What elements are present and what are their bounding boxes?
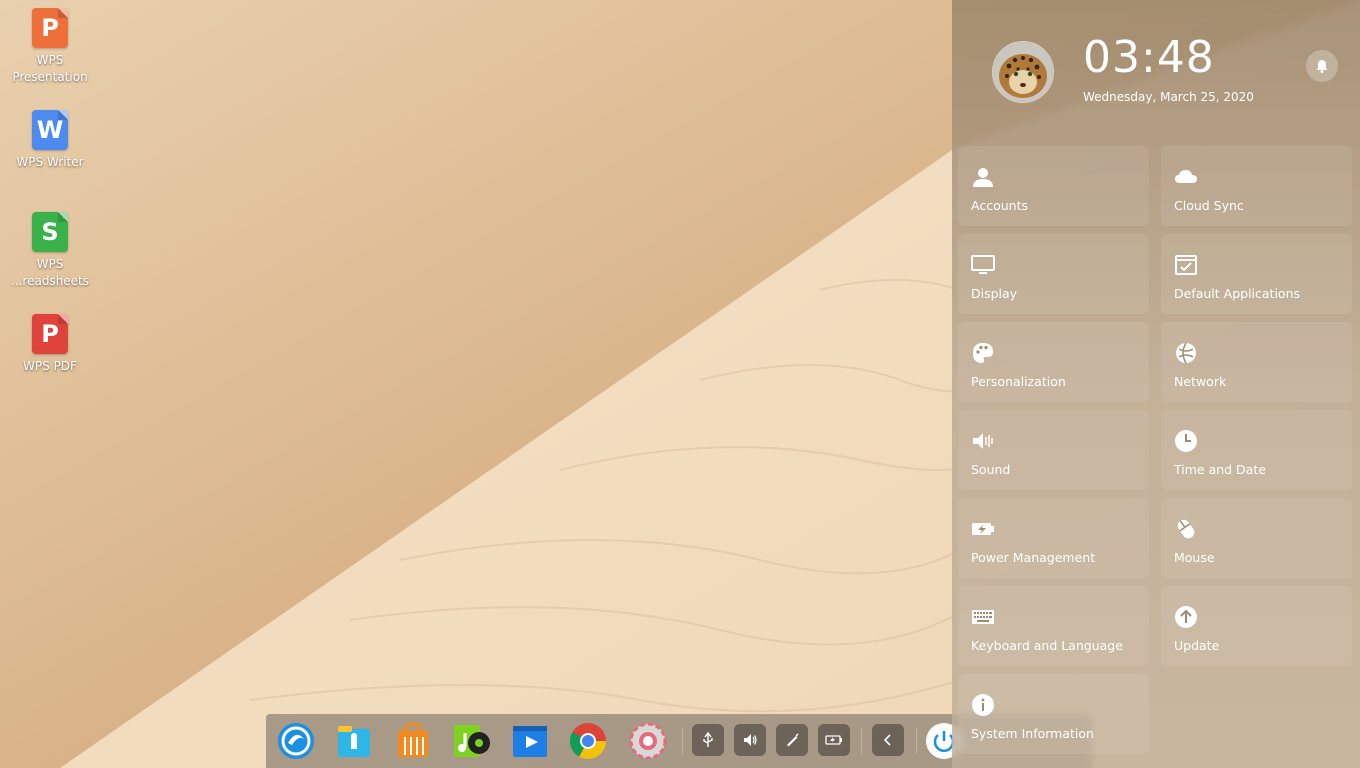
desktop-icon-label: WPS PDF bbox=[23, 359, 77, 373]
desktop-icon-wps-pdf[interactable]: P WPS PDF bbox=[4, 306, 96, 375]
tile-label: Mouse bbox=[1174, 550, 1215, 565]
chevron-left-icon[interactable] bbox=[872, 724, 904, 756]
tile-network[interactable]: Network bbox=[1161, 322, 1352, 402]
tile-label: Sound bbox=[971, 462, 1011, 477]
tile-label: Network bbox=[1174, 374, 1227, 389]
app-store-icon[interactable] bbox=[393, 721, 433, 761]
cloud-icon bbox=[1175, 170, 1197, 183]
tile-personalization[interactable]: Personalization bbox=[958, 322, 1149, 402]
tile-label: Personalization bbox=[971, 374, 1066, 389]
tile-label: System Information bbox=[971, 726, 1094, 741]
desktop-icon-wps-writer[interactable]: W WPS Writer bbox=[4, 102, 96, 171]
tile-label: Display bbox=[971, 286, 1018, 301]
desktop-icon-label: WPS Presentation bbox=[12, 53, 88, 84]
monitor-icon bbox=[971, 255, 995, 274]
clock-icon bbox=[1175, 430, 1197, 452]
tile-cloud-sync[interactable]: Cloud Sync bbox=[1161, 146, 1352, 226]
wps-spreadsheets-icon: S bbox=[32, 212, 68, 252]
desktop-icon-label: WPS ...readsheets bbox=[10, 257, 90, 288]
tile-update[interactable]: Update bbox=[1161, 586, 1352, 666]
settings-icon[interactable] bbox=[628, 721, 668, 761]
mouse-icon bbox=[1177, 519, 1195, 539]
pen-icon[interactable] bbox=[776, 724, 808, 756]
battery-icon[interactable] bbox=[818, 724, 850, 756]
usb-icon[interactable] bbox=[692, 724, 724, 756]
tile-sound[interactable]: Sound bbox=[958, 410, 1149, 490]
music-icon[interactable] bbox=[451, 721, 491, 761]
dock-separator bbox=[682, 728, 683, 754]
desktop-icon-wps-spreadsheets[interactable]: S WPS ...readsheets bbox=[4, 204, 96, 290]
default-apps-icon bbox=[1175, 255, 1197, 275]
wps-writer-icon: W bbox=[32, 110, 68, 150]
tile-mouse[interactable]: Mouse bbox=[1161, 498, 1352, 578]
clock-time: 03:48 bbox=[1083, 32, 1215, 83]
tile-label: Time and Date bbox=[1174, 462, 1266, 477]
globe-icon bbox=[1176, 342, 1196, 364]
avatar[interactable] bbox=[992, 41, 1054, 103]
update-icon bbox=[1175, 606, 1197, 628]
tile-time-and-date[interactable]: Time and Date bbox=[1161, 410, 1352, 490]
volume-icon[interactable] bbox=[734, 724, 766, 756]
wps-pdf-icon: P bbox=[32, 314, 68, 354]
keyboard-icon bbox=[972, 610, 994, 624]
notification-bell-icon[interactable] bbox=[1306, 50, 1338, 82]
palette-icon bbox=[973, 343, 993, 363]
desktop-icon-wps-presentation[interactable]: P WPS Presentation bbox=[4, 0, 96, 86]
tile-display[interactable]: Display bbox=[958, 234, 1149, 314]
tile-system-information[interactable]: System Information bbox=[958, 674, 1149, 754]
dock-separator bbox=[861, 728, 862, 754]
tile-keyboard-and-language[interactable]: Keyboard and Language bbox=[958, 586, 1149, 666]
file-manager-icon[interactable] bbox=[334, 721, 374, 761]
video-icon[interactable] bbox=[510, 721, 550, 761]
speaker-icon bbox=[973, 433, 993, 449]
tile-accounts[interactable]: Accounts bbox=[958, 146, 1149, 226]
tile-default-applications[interactable]: Default Applications bbox=[1161, 234, 1352, 314]
tile-label: Accounts bbox=[971, 198, 1028, 213]
tile-label: Update bbox=[1174, 638, 1220, 653]
battery-icon bbox=[972, 523, 994, 535]
tile-label: Cloud Sync bbox=[1174, 198, 1244, 213]
dock-separator bbox=[916, 728, 917, 754]
user-icon bbox=[973, 168, 993, 187]
chrome-icon[interactable] bbox=[568, 721, 608, 761]
info-icon bbox=[972, 694, 994, 716]
tile-label: Power Management bbox=[971, 550, 1096, 565]
tile-label: Default Applications bbox=[1174, 286, 1301, 301]
control-center-panel: 03:48 Wednesday, March 25, 2020 Accounts… bbox=[952, 0, 1360, 768]
launcher-icon[interactable] bbox=[276, 721, 316, 761]
clock-date: Wednesday, March 25, 2020 bbox=[1083, 90, 1254, 104]
tile-power-management[interactable]: Power Management bbox=[958, 498, 1149, 578]
desktop-icon-label: WPS Writer bbox=[16, 155, 84, 169]
wps-presentation-icon: P bbox=[32, 8, 68, 48]
tile-label: Keyboard and Language bbox=[971, 638, 1123, 653]
